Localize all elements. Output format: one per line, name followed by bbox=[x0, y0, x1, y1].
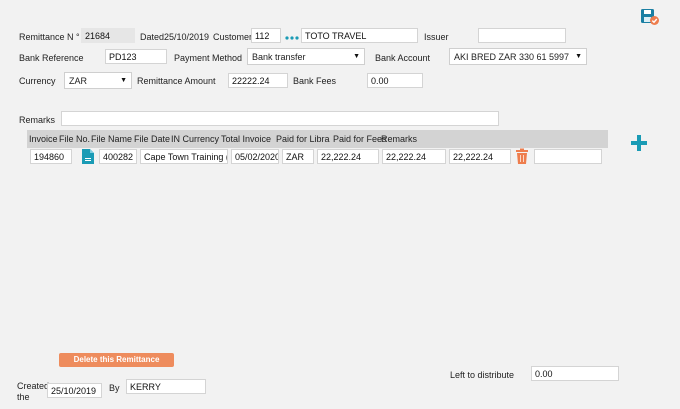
customer-code-field[interactable]: 112 bbox=[251, 28, 281, 43]
remittance-no-field: 21684 bbox=[81, 28, 135, 43]
bank-account-select[interactable]: AKI BRED ZAR 330 61 5997 ▼ bbox=[449, 48, 587, 65]
created-label-the: the bbox=[17, 392, 30, 402]
bank-fees-label: Bank Fees bbox=[293, 76, 337, 86]
row-file-name[interactable]: Cape Town Training (C bbox=[140, 149, 228, 164]
chevron-down-icon: ▼ bbox=[575, 53, 582, 60]
chevron-down-icon: ▼ bbox=[120, 77, 127, 84]
created-label: Created bbox=[17, 381, 50, 391]
bank-reference-field[interactable]: PD123 bbox=[105, 49, 167, 64]
issuer-label: Issuer bbox=[424, 32, 449, 42]
payment-method-select[interactable]: Bank transfer ▼ bbox=[247, 48, 365, 65]
row-invoice[interactable]: 194860 bbox=[30, 149, 72, 164]
table-row: 194860 400282 Cape Town Training (C 05/0… bbox=[27, 148, 608, 166]
row-file-date[interactable]: 05/02/2020 bbox=[231, 149, 279, 164]
customer-name-field[interactable]: TOTO TRAVEL bbox=[301, 28, 418, 43]
col-file-date: File Date bbox=[134, 134, 171, 144]
by-field[interactable]: KERRY bbox=[126, 379, 206, 394]
delete-remittance-button[interactable]: Delete this Remittance bbox=[59, 353, 174, 367]
remittance-no-label: Remittance N ° bbox=[19, 32, 80, 42]
left-to-distribute-label: Left to distribute bbox=[450, 370, 515, 380]
col-total-invoice: Total Invoice bbox=[221, 134, 272, 144]
remittance-amount-field[interactable]: 22222.24 bbox=[228, 73, 288, 88]
remarks-label: Remarks bbox=[19, 115, 56, 125]
document-icon[interactable] bbox=[81, 148, 95, 165]
col-in-currency: IN Currency bbox=[171, 134, 220, 144]
row-file-no[interactable]: 400282 bbox=[99, 149, 137, 164]
col-file-name: File Name bbox=[91, 134, 133, 144]
row-paid-fees[interactable]: 22,222.24 bbox=[449, 149, 511, 164]
col-paid-libra: Paid for Libra bbox=[276, 134, 330, 144]
row-paid-libra[interactable]: 22,222.24 bbox=[382, 149, 446, 164]
dated-value[interactable]: 25/10/2019 bbox=[164, 32, 209, 43]
created-date-field[interactable]: 25/10/2019 bbox=[47, 383, 102, 398]
save-icon[interactable] bbox=[640, 8, 660, 26]
issuer-field[interactable] bbox=[478, 28, 566, 43]
row-currency[interactable]: ZAR bbox=[282, 149, 314, 164]
chevron-down-icon: ▼ bbox=[353, 53, 360, 60]
left-to-distribute-field: 0.00 bbox=[531, 366, 619, 381]
payment-method-label: Payment Method bbox=[174, 53, 243, 63]
dated-label: Dated bbox=[140, 32, 165, 42]
bank-reference-label: Bank Reference bbox=[19, 53, 84, 63]
col-invoice: Invoice bbox=[29, 134, 58, 144]
invoice-table-header: Invoice File No. File Name File Date IN … bbox=[27, 130, 608, 148]
plus-icon[interactable] bbox=[630, 134, 648, 152]
dots-icon[interactable] bbox=[284, 33, 300, 40]
row-total-invoice[interactable]: 22,222.24 bbox=[317, 149, 379, 164]
payment-method-value: Bank transfer bbox=[252, 52, 306, 62]
currency-label: Currency bbox=[19, 76, 56, 86]
bank-account-label: Bank Account bbox=[375, 53, 431, 63]
customer-label: Customer bbox=[213, 32, 253, 42]
remarks-field[interactable] bbox=[61, 111, 499, 126]
bank-account-value: AKI BRED ZAR 330 61 5997 bbox=[454, 52, 570, 62]
bank-fees-field[interactable]: 0.00 bbox=[367, 73, 423, 88]
remittance-amount-label: Remittance Amount bbox=[137, 76, 216, 86]
col-paid-fees: Paid for Fees bbox=[333, 134, 387, 144]
currency-select[interactable]: ZAR ▼ bbox=[64, 72, 132, 89]
currency-value: ZAR bbox=[69, 76, 87, 86]
col-remarks: Remarks bbox=[381, 134, 418, 144]
row-remarks[interactable] bbox=[534, 149, 602, 164]
col-file-no: File No. bbox=[59, 134, 91, 144]
by-label: By bbox=[109, 383, 120, 393]
trash-icon[interactable] bbox=[515, 148, 529, 165]
